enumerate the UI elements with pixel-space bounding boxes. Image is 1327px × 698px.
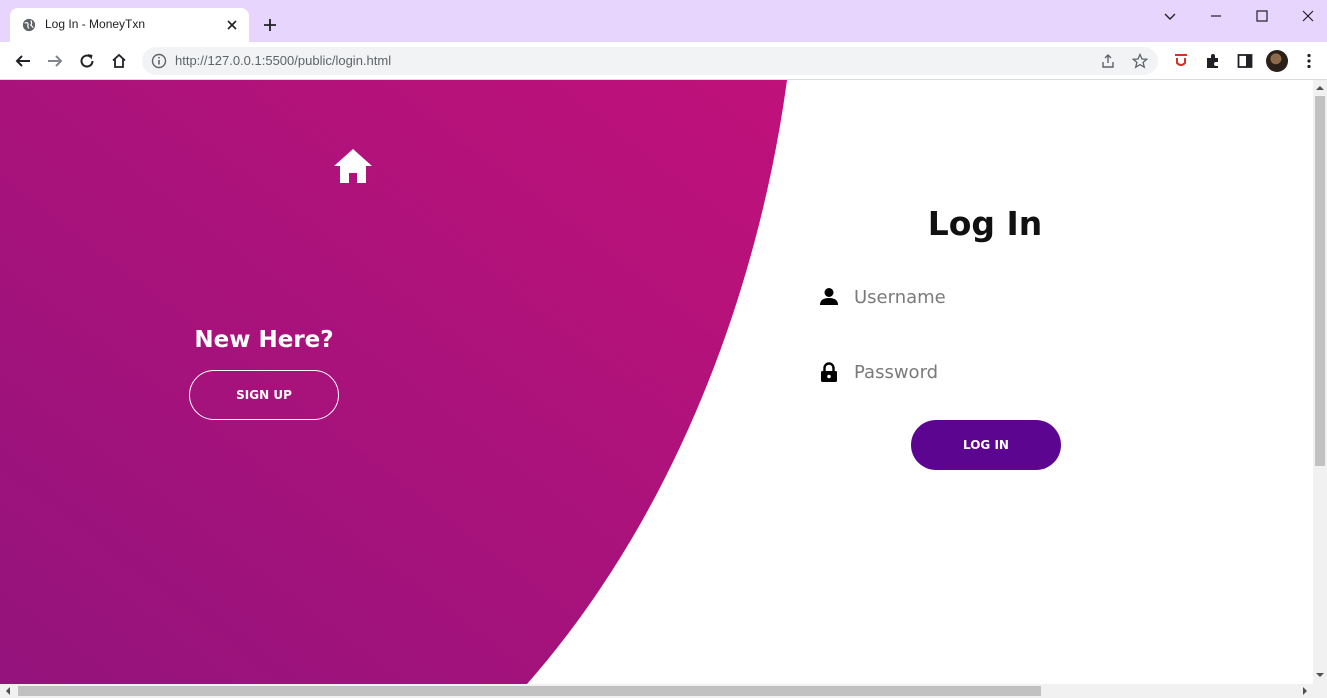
back-arrow-icon[interactable]: [14, 52, 32, 70]
scroll-up-arrow-icon[interactable]: [1315, 83, 1325, 93]
maximize-icon[interactable]: [1254, 8, 1270, 24]
password-field: [816, 352, 1156, 392]
new-tab-icon[interactable]: [262, 17, 278, 33]
browser-tab[interactable]: Log In - MoneyTxn: [10, 8, 249, 42]
user-icon: [820, 288, 838, 305]
address-bar[interactable]: http://127.0.0.1:5500/public/login.html: [142, 47, 1158, 75]
more-menu-icon[interactable]: [1300, 52, 1318, 70]
scroll-down-arrow-icon[interactable]: [1315, 670, 1325, 680]
bookmark-star-icon[interactable]: [1132, 53, 1148, 69]
scroll-right-arrow-icon[interactable]: [1300, 686, 1310, 696]
window-close-icon[interactable]: [1300, 8, 1316, 24]
page-viewport: New Here? SIGN UP Log In LOG IN: [0, 80, 1313, 684]
home-icon[interactable]: [333, 148, 373, 184]
sign-up-button[interactable]: SIGN UP: [189, 370, 339, 420]
username-field: [816, 277, 1156, 317]
home-button-icon[interactable]: [110, 52, 128, 70]
lock-icon: [821, 362, 837, 382]
password-input[interactable]: [854, 356, 1144, 388]
tab-search-chevron-icon[interactable]: [1162, 8, 1178, 24]
url-text: http://127.0.0.1:5500/public/login.html: [175, 53, 392, 68]
profile-avatar[interactable]: [1266, 50, 1288, 72]
reload-icon[interactable]: [78, 52, 96, 70]
tab-title: Log In - MoneyTxn: [45, 17, 146, 31]
share-icon[interactable]: [1100, 53, 1116, 69]
horizontal-scrollbar[interactable]: [0, 684, 1327, 698]
extensions-puzzle-icon[interactable]: [1204, 52, 1222, 70]
minimize-icon[interactable]: [1208, 8, 1224, 24]
extension-shield-icon[interactable]: [1172, 52, 1190, 70]
side-panel-icon[interactable]: [1236, 52, 1254, 70]
close-tab-icon[interactable]: [226, 19, 238, 31]
new-here-heading: New Here?: [194, 327, 334, 353]
username-input[interactable]: [854, 281, 1144, 313]
browser-titlebar: Log In - MoneyTxn: [0, 0, 1327, 42]
browser-toolbar: http://127.0.0.1:5500/public/login.html: [0, 42, 1327, 80]
site-info-icon[interactable]: [151, 53, 167, 69]
vertical-scrollbar[interactable]: [1313, 80, 1327, 684]
globe-icon: [22, 18, 36, 32]
page-title: Log In: [927, 204, 1043, 243]
forward-arrow-icon[interactable]: [46, 52, 64, 70]
vertical-scroll-thumb[interactable]: [1315, 96, 1325, 466]
scroll-left-arrow-icon[interactable]: [3, 686, 13, 696]
log-in-button[interactable]: LOG IN: [911, 420, 1061, 470]
horizontal-scroll-thumb[interactable]: [18, 686, 1041, 696]
